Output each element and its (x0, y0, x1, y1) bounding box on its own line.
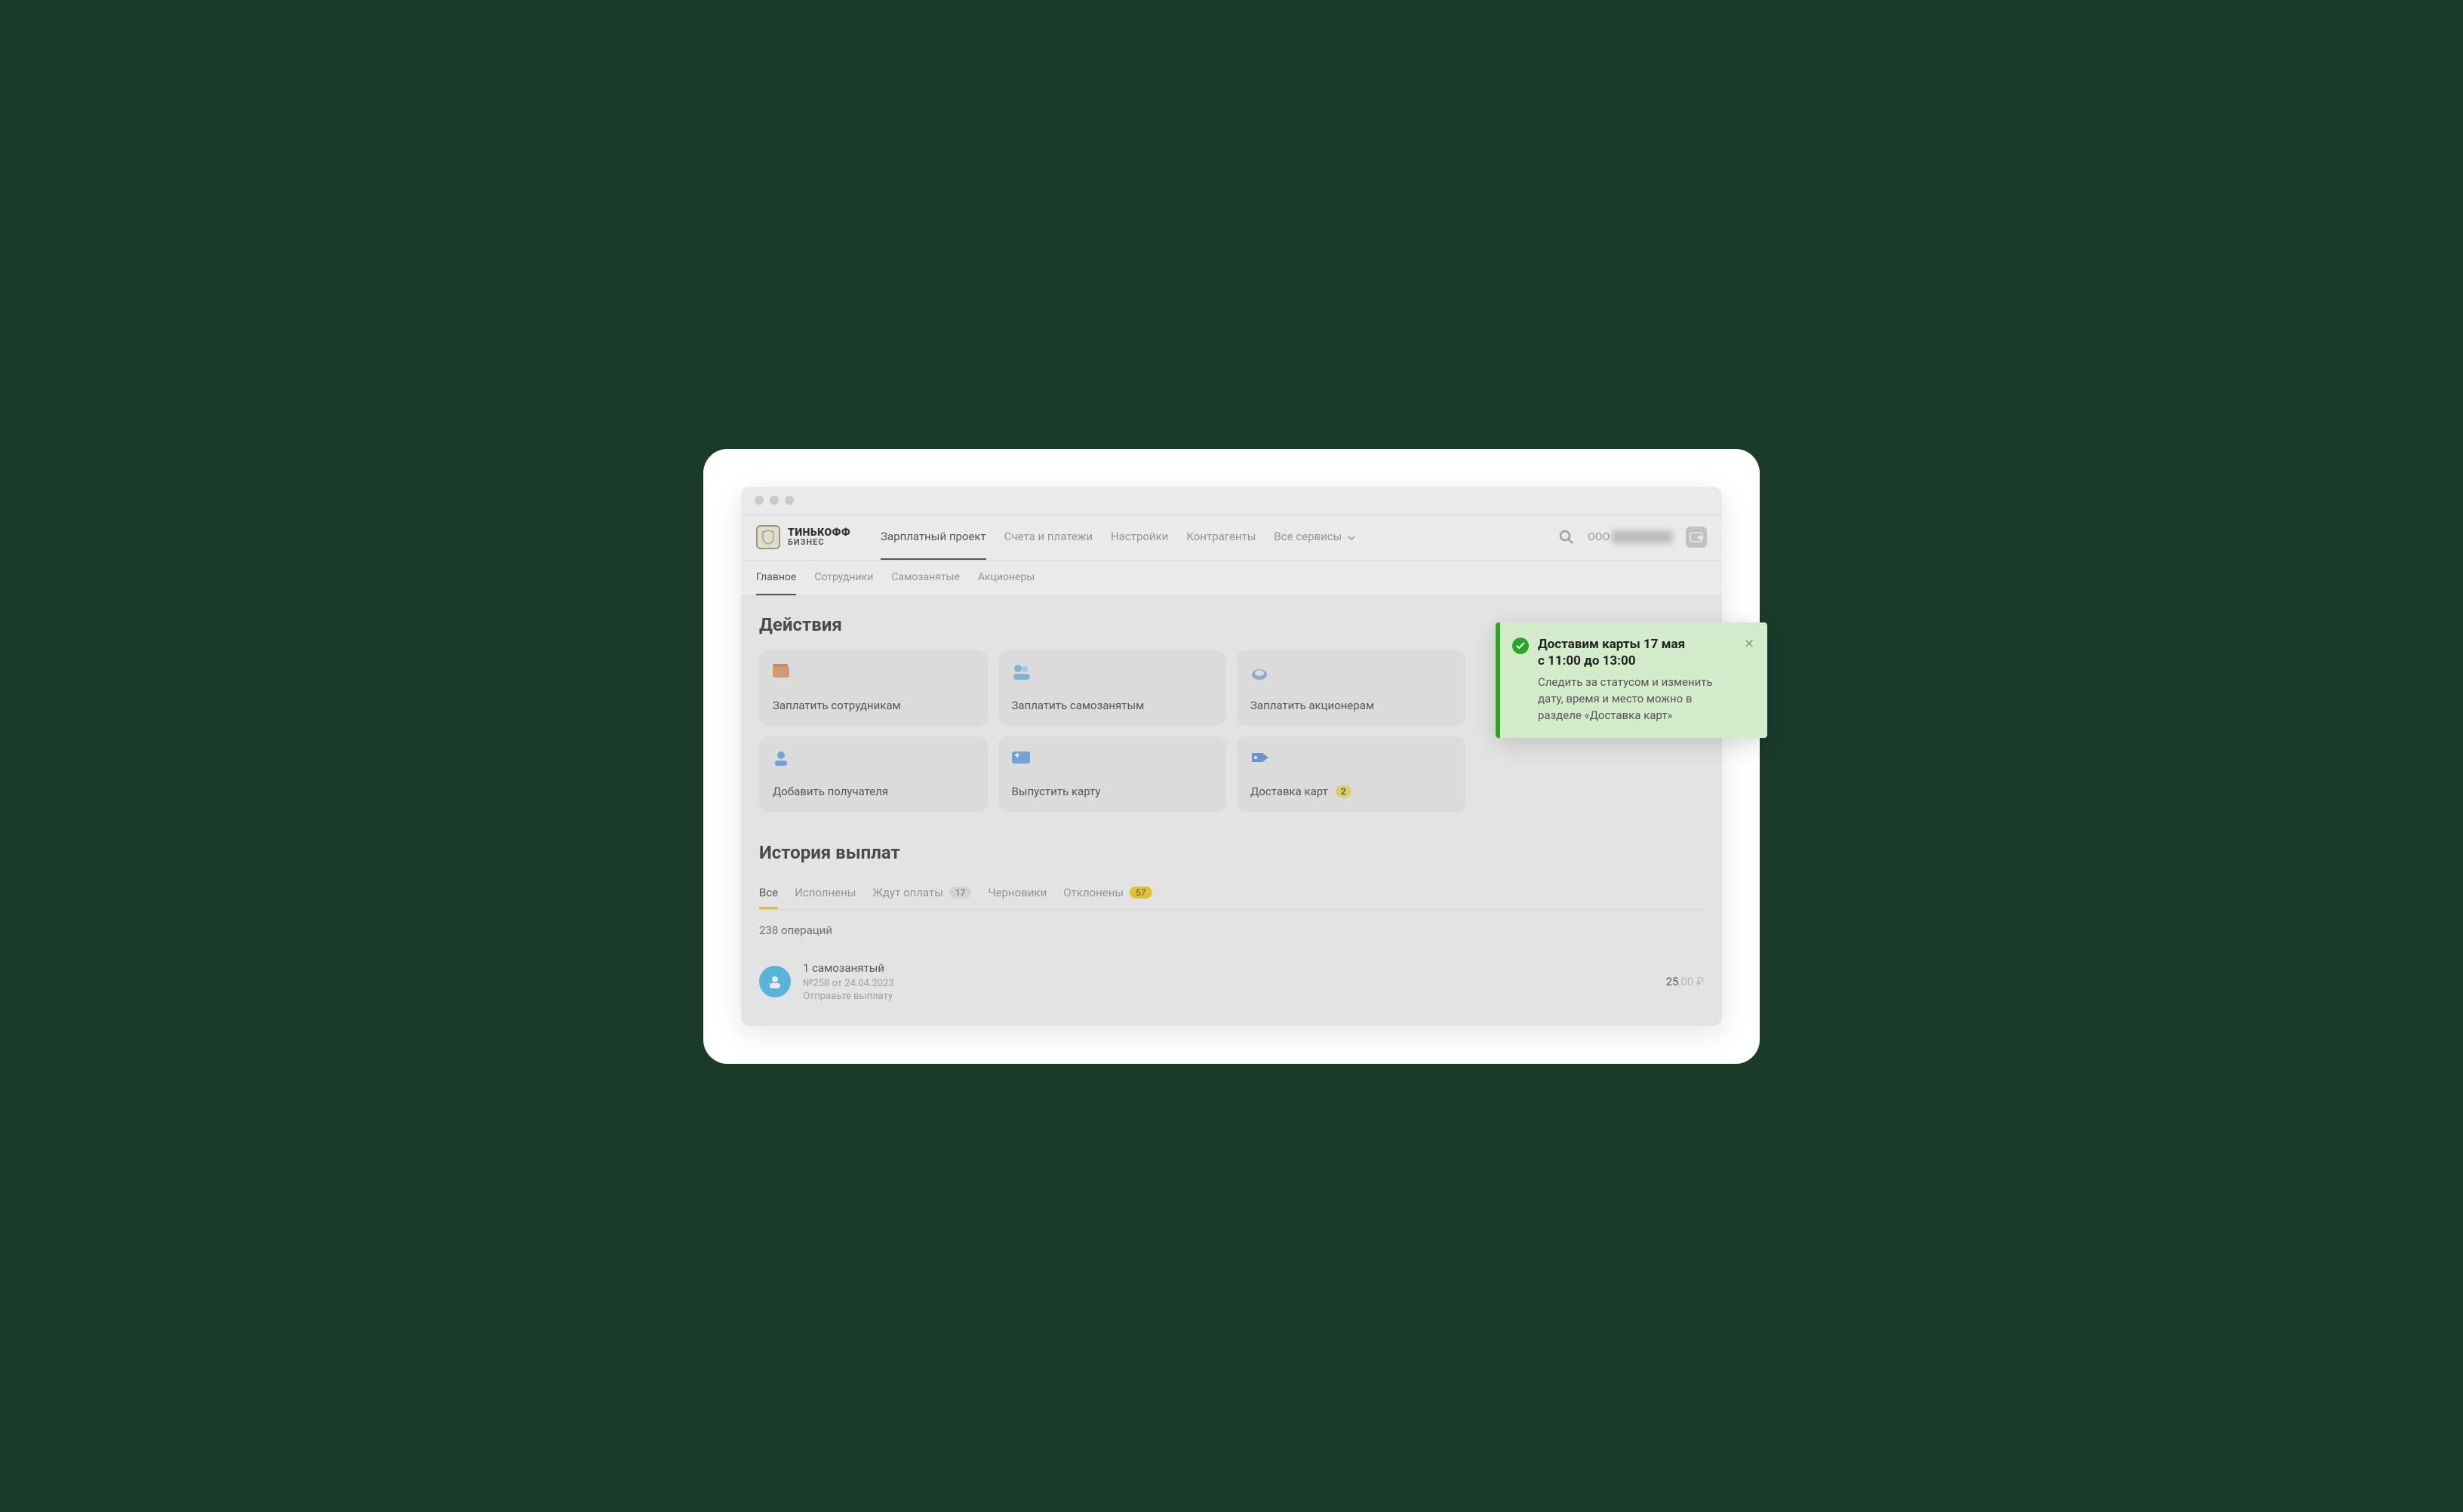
traffic-light-dot (785, 496, 794, 505)
subnav-shareholders[interactable]: Акционеры (978, 561, 1035, 595)
window-title-bar (741, 487, 1722, 515)
toast-title: Доставим карты 17 мая с 11:00 до 13:00 (1538, 636, 1736, 671)
brand-line1: ТИНЬКОФФ (788, 527, 850, 538)
subnav-main[interactable]: Главное (756, 561, 796, 595)
shield-icon (756, 525, 780, 549)
action-card-delivery[interactable]: Доставка карт 2 (1237, 736, 1465, 812)
search-icon[interactable] (1559, 530, 1574, 545)
tab-all[interactable]: Все (759, 878, 778, 909)
delivery-toast: Доставим карты 17 мая с 11:00 до 13:00 С… (1496, 622, 1767, 738)
sub-nav: Главное Сотрудники Самозанятые Акционеры (741, 561, 1722, 596)
tag-icon (1250, 750, 1268, 767)
close-icon[interactable]: × (1745, 636, 1754, 724)
card-plus-icon (1012, 750, 1030, 767)
tab-completed[interactable]: Исполнены (795, 878, 856, 909)
wallet-icon (773, 664, 791, 681)
brand-logo[interactable]: ТИНЬКОФФ БИЗНЕС (756, 525, 850, 549)
traffic-light-dot (755, 496, 764, 505)
tab-rejected[interactable]: Отклонены57 (1063, 878, 1152, 909)
tab-pending[interactable]: Ждут оплаты17 (872, 878, 971, 909)
operation-hint: Отправьте выплату (803, 991, 1654, 1002)
nav-contractors[interactable]: Контрагенты (1186, 515, 1256, 560)
traffic-light-dot (770, 496, 779, 505)
operation-title: 1 самозанятый (803, 961, 1654, 975)
check-icon (1512, 638, 1529, 654)
action-pay-employees[interactable]: Заплатить сотрудникам (759, 650, 988, 726)
nav-payroll[interactable]: Зарплатный проект (881, 515, 986, 560)
operations-count: 238 операций (759, 923, 1704, 937)
history-title: История выплат (759, 842, 1704, 863)
tab-drafts[interactable]: Черновики (988, 878, 1047, 909)
operation-amount: 25,00 ₽ (1666, 975, 1704, 988)
chevron-down-icon (1348, 536, 1355, 540)
header: ТИНЬКОФФ БИЗНЕС Зарплатный проект Счета … (741, 515, 1722, 561)
nav-settings[interactable]: Настройки (1111, 515, 1168, 560)
subnav-selfemployed[interactable]: Самозанятые (891, 561, 960, 595)
brand-line2: БИЗНЕС (788, 538, 850, 546)
company-name[interactable]: ООО ████████ (1588, 530, 1672, 543)
nav-all-services[interactable]: Все сервисы (1274, 515, 1355, 560)
person-add-icon (773, 750, 791, 767)
subnav-employees[interactable]: Сотрудники (814, 561, 873, 595)
pending-badge: 17 (949, 887, 972, 899)
action-pay-shareholders[interactable]: Заплатить акционерам (1237, 650, 1465, 726)
operation-meta: №258 от 24.04.2023 (803, 978, 1654, 989)
rejected-badge: 57 (1130, 887, 1152, 899)
action-add-recipient[interactable]: Добавить получателя (759, 736, 988, 812)
operation-row[interactable]: 1 самозанятый №258 от 24.04.2023 Отправь… (759, 955, 1704, 1008)
nav-accounts[interactable]: Счета и платежи (1004, 515, 1093, 560)
history-tabs: Все Исполнены Ждут оплаты17 Черновики От… (759, 878, 1704, 910)
action-pay-selfemployed[interactable]: Заплатить самозанятым (998, 650, 1227, 726)
wallet-icon[interactable] (1686, 527, 1707, 548)
person-icon (759, 966, 791, 997)
ring-icon (1250, 664, 1268, 681)
action-issue-card[interactable]: Выпустить карту (998, 736, 1227, 812)
persons-icon (1012, 664, 1030, 681)
delivery-badge: 2 (1336, 785, 1351, 797)
toast-text: Следить за статусом и изменить дату, вре… (1538, 675, 1736, 724)
main-nav: Зарплатный проект Счета и платежи Настро… (881, 515, 1559, 560)
